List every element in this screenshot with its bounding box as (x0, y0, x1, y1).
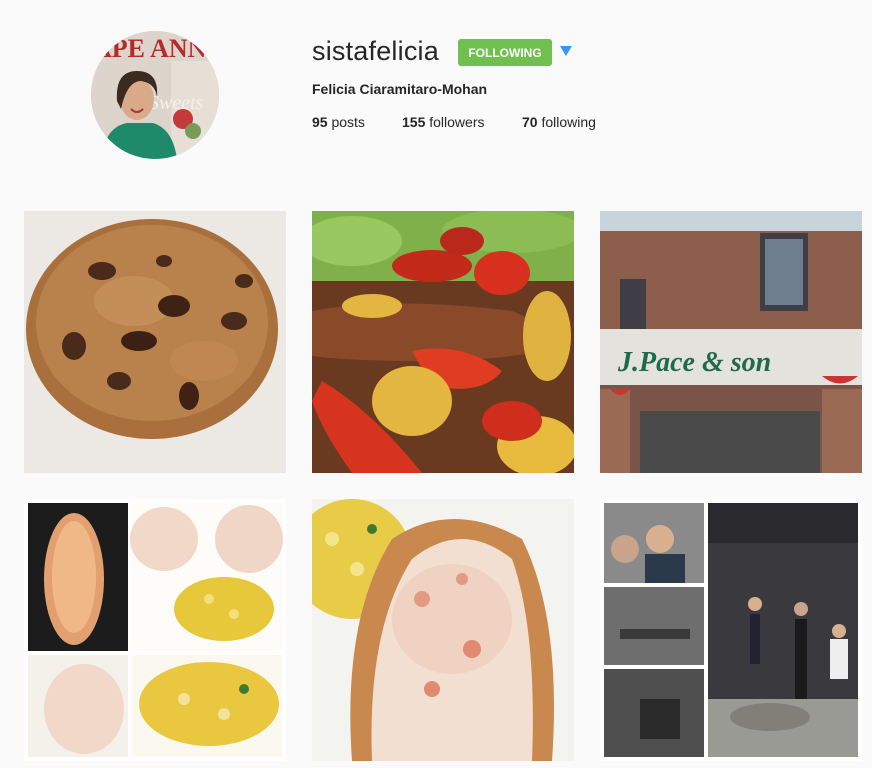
storefront-sign-text: J.Pace & son (617, 347, 771, 378)
following-count: 70 (522, 114, 538, 130)
following-button[interactable]: FOLLOWING (458, 39, 552, 66)
profile-full-name: Felicia Ciaramitaro-Mohan (312, 81, 488, 97)
post-tile-studio-collage[interactable] (600, 499, 862, 761)
avatar-magazine-title: APE ANN (93, 34, 207, 63)
following-label: following (541, 114, 596, 130)
stat-posts: 95 posts (312, 114, 365, 130)
post-tile-cookie[interactable] (24, 211, 286, 473)
posts-count: 95 (312, 114, 328, 130)
stat-followers[interactable]: 155 followers (402, 114, 485, 130)
posts-label: posts (331, 114, 365, 130)
post-tile-lobster-collage[interactable] (24, 499, 286, 761)
stat-following[interactable]: 70 following (522, 114, 596, 130)
followers-count: 155 (402, 114, 426, 130)
post-tile-sausage-peppers[interactable] (312, 211, 574, 473)
post-tile-storefront[interactable]: J.Pace & son (600, 211, 862, 473)
post-tile-lobster-roll[interactable] (312, 499, 574, 761)
profile-username: sistafelicia (312, 36, 439, 66)
followers-label: followers (429, 114, 485, 130)
profile-avatar[interactable]: APE ANN Sweets (91, 31, 219, 159)
avatar-magazine-subtitle: Sweets (149, 92, 204, 114)
chevron-down-icon[interactable] (560, 46, 572, 56)
